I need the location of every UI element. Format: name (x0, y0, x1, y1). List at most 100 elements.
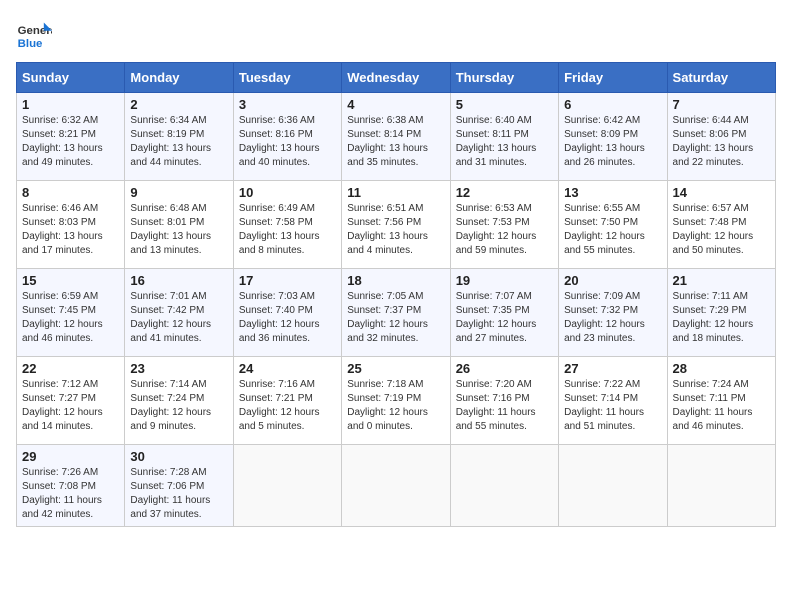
cell-info: Sunrise: 6:55 AMSunset: 7:50 PMDaylight:… (564, 203, 645, 256)
logo: General Blue (16, 16, 52, 52)
calendar-cell: 16Sunrise: 7:01 AMSunset: 7:42 PMDayligh… (125, 269, 233, 357)
calendar-cell: 30 Sunrise: 7:28 AMSunset: 7:06 PMDayligh… (125, 445, 233, 527)
day-number: 10 (239, 185, 336, 200)
day-number: 19 (456, 273, 553, 288)
calendar-cell: 19Sunrise: 7:07 AMSunset: 7:35 PMDayligh… (450, 269, 558, 357)
day-number: 22 (22, 361, 119, 376)
calendar-cell: 11 Sunrise: 6:51 AMSunset: 7:56 PMDayligh… (342, 181, 450, 269)
cell-info: Sunrise: 6:44 AMSunset: 8:06 PMDaylight:… (673, 115, 754, 168)
cell-info: Sunrise: 6:59 AMSunset: 7:45 PMDaylight:… (22, 291, 103, 344)
calendar-cell: 4Sunrise: 6:38 AMSunset: 8:14 PMDaylight… (342, 93, 450, 181)
calendar-cell (667, 445, 775, 527)
calendar-cell: 9Sunrise: 6:48 AMSunset: 8:01 PMDaylight… (125, 181, 233, 269)
day-number: 17 (239, 273, 336, 288)
cell-info: Sunrise: 6:40 AMSunset: 8:11 PMDaylight:… (456, 115, 537, 168)
day-number: 1 (22, 97, 119, 112)
day-number: 28 (673, 361, 770, 376)
day-number: 29 (22, 449, 119, 464)
day-header-sunday: Sunday (17, 63, 125, 93)
day-header-monday: Monday (125, 63, 233, 93)
calendar-cell: 21 Sunrise: 7:11 AMSunset: 7:29 PMDayligh… (667, 269, 775, 357)
day-number: 30 (130, 449, 227, 464)
cell-info: Sunrise: 7:16 AMSunset: 7:21 PMDaylight:… (239, 379, 320, 432)
cell-info: Sunrise: 6:51 AMSunset: 7:56 PMDaylight:… (347, 203, 428, 256)
cell-info: Sunrise: 7:24 AMSunset: 7:11 PMDaylight:… (673, 379, 753, 432)
day-header-thursday: Thursday (450, 63, 558, 93)
calendar-cell: 1 Sunrise: 6:32 AMSunset: 8:21 PMDaylight… (17, 93, 125, 181)
cell-info: Sunrise: 7:03 AMSunset: 7:40 PMDaylight:… (239, 291, 320, 344)
calendar-cell: 29Sunrise: 7:26 AMSunset: 7:08 PMDayligh… (17, 445, 125, 527)
calendar-cell (559, 445, 667, 527)
day-header-saturday: Saturday (667, 63, 775, 93)
cell-info: Sunrise: 6:32 AMSunset: 8:21 PMDaylight:… (22, 115, 103, 168)
cell-info: Sunrise: 7:11 AMSunset: 7:29 PMDaylight:… (673, 291, 754, 344)
day-number: 11 (347, 185, 444, 200)
cell-info: Sunrise: 6:49 AMSunset: 7:58 PMDaylight:… (239, 203, 320, 256)
calendar-week-1: 1 Sunrise: 6:32 AMSunset: 8:21 PMDaylight… (17, 93, 776, 181)
calendar-cell: 28 Sunrise: 7:24 AMSunset: 7:11 PMDayligh… (667, 357, 775, 445)
calendar-cell: 3 Sunrise: 6:36 AMSunset: 8:16 PMDaylight… (233, 93, 341, 181)
calendar-header-row: SundayMondayTuesdayWednesdayThursdayFrid… (17, 63, 776, 93)
calendar-cell: 14 Sunrise: 6:57 AMSunset: 7:48 PMDayligh… (667, 181, 775, 269)
calendar-cell: 18 Sunrise: 7:05 AMSunset: 7:37 PMDayligh… (342, 269, 450, 357)
calendar-cell: 8 Sunrise: 6:46 AMSunset: 8:03 PMDaylight… (17, 181, 125, 269)
cell-info: Sunrise: 6:38 AMSunset: 8:14 PMDaylight:… (347, 115, 428, 168)
day-number: 20 (564, 273, 661, 288)
cell-info: Sunrise: 7:18 AMSunset: 7:19 PMDaylight:… (347, 379, 428, 432)
day-number: 8 (22, 185, 119, 200)
cell-info: Sunrise: 7:28 AMSunset: 7:06 PMDaylight:… (130, 467, 210, 520)
cell-info: Sunrise: 6:48 AMSunset: 8:01 PMDaylight:… (130, 203, 211, 256)
calendar-cell: 20 Sunrise: 7:09 AMSunset: 7:32 PMDayligh… (559, 269, 667, 357)
calendar-cell: 26 Sunrise: 7:20 AMSunset: 7:16 PMDayligh… (450, 357, 558, 445)
calendar-week-2: 8 Sunrise: 6:46 AMSunset: 8:03 PMDaylight… (17, 181, 776, 269)
cell-info: Sunrise: 7:20 AMSunset: 7:16 PMDaylight:… (456, 379, 536, 432)
cell-info: Sunrise: 7:22 AMSunset: 7:14 PMDaylight:… (564, 379, 644, 432)
calendar-cell: 13 Sunrise: 6:55 AMSunset: 7:50 PMDayligh… (559, 181, 667, 269)
cell-info: Sunrise: 7:14 AMSunset: 7:24 PMDaylight:… (130, 379, 211, 432)
cell-info: Sunrise: 6:36 AMSunset: 8:16 PMDaylight:… (239, 115, 320, 168)
cell-info: Sunrise: 6:46 AMSunset: 8:03 PMDaylight:… (22, 203, 103, 256)
calendar-week-5: 29Sunrise: 7:26 AMSunset: 7:08 PMDayligh… (17, 445, 776, 527)
day-number: 21 (673, 273, 770, 288)
calendar-cell: 6Sunrise: 6:42 AMSunset: 8:09 PMDaylight… (559, 93, 667, 181)
cell-info: Sunrise: 7:09 AMSunset: 7:32 PMDaylight:… (564, 291, 645, 344)
day-header-wednesday: Wednesday (342, 63, 450, 93)
calendar-cell: 10 Sunrise: 6:49 AMSunset: 7:58 PMDayligh… (233, 181, 341, 269)
logo-icon: General Blue (16, 16, 52, 52)
calendar-cell (450, 445, 558, 527)
cell-info: Sunrise: 6:34 AMSunset: 8:19 PMDaylight:… (130, 115, 211, 168)
day-header-tuesday: Tuesday (233, 63, 341, 93)
day-number: 6 (564, 97, 661, 112)
day-number: 5 (456, 97, 553, 112)
calendar-cell: 7 Sunrise: 6:44 AMSunset: 8:06 PMDaylight… (667, 93, 775, 181)
day-number: 3 (239, 97, 336, 112)
calendar-cell (233, 445, 341, 527)
calendar-body: 1 Sunrise: 6:32 AMSunset: 8:21 PMDaylight… (17, 93, 776, 527)
svg-text:Blue: Blue (18, 38, 43, 50)
day-number: 7 (673, 97, 770, 112)
calendar-cell: 27 Sunrise: 7:22 AMSunset: 7:14 PMDayligh… (559, 357, 667, 445)
day-number: 23 (130, 361, 227, 376)
cell-info: Sunrise: 6:57 AMSunset: 7:48 PMDaylight:… (673, 203, 754, 256)
calendar-cell: 24 Sunrise: 7:16 AMSunset: 7:21 PMDayligh… (233, 357, 341, 445)
calendar-cell: 17 Sunrise: 7:03 AMSunset: 7:40 PMDayligh… (233, 269, 341, 357)
cell-info: Sunrise: 7:05 AMSunset: 7:37 PMDaylight:… (347, 291, 428, 344)
day-number: 18 (347, 273, 444, 288)
day-number: 26 (456, 361, 553, 376)
calendar-cell: 23 Sunrise: 7:14 AMSunset: 7:24 PMDayligh… (125, 357, 233, 445)
day-number: 25 (347, 361, 444, 376)
day-number: 24 (239, 361, 336, 376)
calendar-week-4: 22 Sunrise: 7:12 AMSunset: 7:27 PMDayligh… (17, 357, 776, 445)
calendar-cell: 15Sunrise: 6:59 AMSunset: 7:45 PMDayligh… (17, 269, 125, 357)
cell-info: Sunrise: 7:01 AMSunset: 7:42 PMDaylight:… (130, 291, 211, 344)
calendar-cell: 25 Sunrise: 7:18 AMSunset: 7:19 PMDayligh… (342, 357, 450, 445)
day-number: 14 (673, 185, 770, 200)
cell-info: Sunrise: 7:12 AMSunset: 7:27 PMDaylight:… (22, 379, 103, 432)
calendar-table: SundayMondayTuesdayWednesdayThursdayFrid… (16, 62, 776, 527)
day-number: 2 (130, 97, 227, 112)
day-number: 27 (564, 361, 661, 376)
calendar-cell: 22 Sunrise: 7:12 AMSunset: 7:27 PMDayligh… (17, 357, 125, 445)
day-number: 13 (564, 185, 661, 200)
calendar-cell: 5 Sunrise: 6:40 AMSunset: 8:11 PMDaylight… (450, 93, 558, 181)
header: General Blue (16, 16, 776, 52)
